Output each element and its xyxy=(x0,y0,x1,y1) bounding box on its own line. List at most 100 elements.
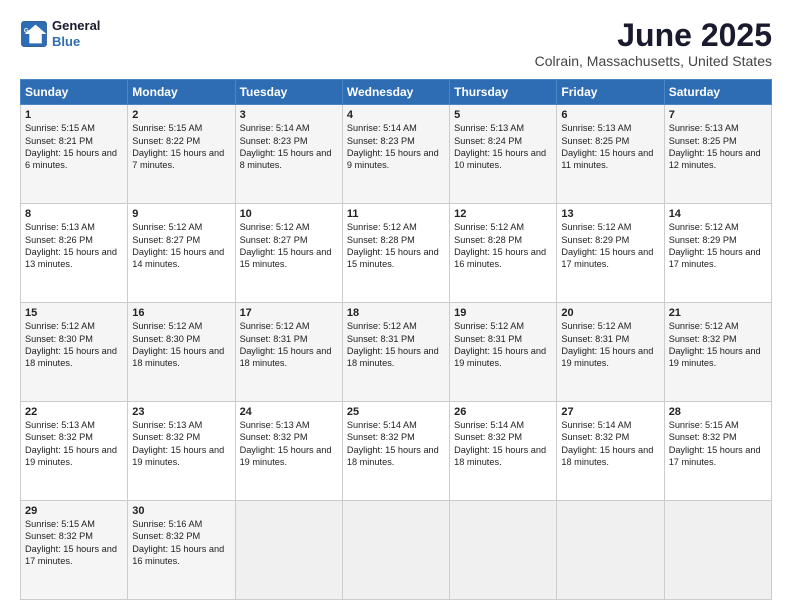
cell-text: Sunrise: 5:15 AMSunset: 8:32 PMDaylight:… xyxy=(25,519,117,566)
day-number: 28 xyxy=(669,406,767,418)
day-number: 17 xyxy=(240,307,338,319)
cell-text: Sunrise: 5:12 AMSunset: 8:31 PMDaylight:… xyxy=(561,321,653,368)
day-number: 2 xyxy=(132,109,230,121)
cell-text: Sunrise: 5:13 AMSunset: 8:25 PMDaylight:… xyxy=(669,123,761,170)
day-number: 11 xyxy=(347,208,445,220)
calendar-week-5: 29 Sunrise: 5:15 AMSunset: 8:32 PMDayligh… xyxy=(21,501,772,600)
calendar-cell xyxy=(664,501,771,600)
calendar-cell: 10 Sunrise: 5:12 AMSunset: 8:27 PMDayligh… xyxy=(235,204,342,303)
day-number: 12 xyxy=(454,208,552,220)
day-number: 1 xyxy=(25,109,123,121)
logo: G General Blue xyxy=(20,18,100,49)
day-number: 29 xyxy=(25,505,123,517)
day-number: 15 xyxy=(25,307,123,319)
calendar-cell: 28Sunrise: 5:15 AMSunset: 8:32 PMDayligh… xyxy=(664,402,771,501)
calendar-cell: 11 Sunrise: 5:12 AMSunset: 8:28 PMDayligh… xyxy=(342,204,449,303)
col-tuesday: Tuesday xyxy=(235,80,342,105)
calendar-cell: 14Sunrise: 5:12 AMSunset: 8:29 PMDayligh… xyxy=(664,204,771,303)
logo-line2: Blue xyxy=(52,34,100,50)
logo-line1: General xyxy=(52,18,100,34)
day-number: 8 xyxy=(25,208,123,220)
calendar-cell: 12 Sunrise: 5:12 AMSunset: 8:28 PMDayligh… xyxy=(450,204,557,303)
col-wednesday: Wednesday xyxy=(342,80,449,105)
calendar-cell xyxy=(557,501,664,600)
calendar-cell: 13Sunrise: 5:12 AMSunset: 8:29 PMDayligh… xyxy=(557,204,664,303)
day-number: 10 xyxy=(240,208,338,220)
cell-text: Sunrise: 5:12 AMSunset: 8:28 PMDaylight:… xyxy=(454,222,546,269)
header: G General Blue June 2025 Colrain, Massac… xyxy=(20,18,772,69)
cell-text: Sunrise: 5:14 AMSunset: 8:32 PMDaylight:… xyxy=(561,420,653,467)
day-number: 4 xyxy=(347,109,445,121)
day-number: 25 xyxy=(347,406,445,418)
day-number: 5 xyxy=(454,109,552,121)
calendar-cell xyxy=(235,501,342,600)
cell-text: Sunrise: 5:12 AMSunset: 8:30 PMDaylight:… xyxy=(132,321,224,368)
col-sunday: Sunday xyxy=(21,80,128,105)
cell-text: Sunrise: 5:13 AMSunset: 8:32 PMDaylight:… xyxy=(25,420,117,467)
calendar-cell: 8Sunrise: 5:13 AMSunset: 8:26 PMDaylight… xyxy=(21,204,128,303)
calendar-cell: 29 Sunrise: 5:15 AMSunset: 8:32 PMDayligh… xyxy=(21,501,128,600)
cell-text: Sunrise: 5:15 AMSunset: 8:22 PMDaylight:… xyxy=(132,123,224,170)
day-number: 14 xyxy=(669,208,767,220)
day-number: 3 xyxy=(240,109,338,121)
cell-text: Sunrise: 5:12 AMSunset: 8:31 PMDaylight:… xyxy=(347,321,439,368)
logo-icon: G xyxy=(20,20,48,48)
cell-text: Sunrise: 5:12 AMSunset: 8:32 PMDaylight:… xyxy=(669,321,761,368)
cell-text: Sunrise: 5:12 AMSunset: 8:27 PMDaylight:… xyxy=(132,222,224,269)
cell-text: Sunrise: 5:14 AMSunset: 8:32 PMDaylight:… xyxy=(454,420,546,467)
cell-text: Sunrise: 5:16 AMSunset: 8:32 PMDaylight:… xyxy=(132,519,224,566)
cell-text: Sunrise: 5:14 AMSunset: 8:23 PMDaylight:… xyxy=(347,123,439,170)
day-number: 23 xyxy=(132,406,230,418)
cell-text: Sunrise: 5:12 AMSunset: 8:28 PMDaylight:… xyxy=(347,222,439,269)
calendar: Sunday Monday Tuesday Wednesday Thursday… xyxy=(20,79,772,600)
cell-text: Sunrise: 5:12 AMSunset: 8:27 PMDaylight:… xyxy=(240,222,332,269)
day-number: 22 xyxy=(25,406,123,418)
cell-text: Sunrise: 5:15 AMSunset: 8:21 PMDaylight:… xyxy=(25,123,117,170)
calendar-week-1: 1 Sunrise: 5:15 AMSunset: 8:21 PMDaylight… xyxy=(21,105,772,204)
calendar-cell: 30 Sunrise: 5:16 AMSunset: 8:32 PMDayligh… xyxy=(128,501,235,600)
title-area: June 2025 Colrain, Massachusetts, United… xyxy=(535,18,772,69)
day-number: 19 xyxy=(454,307,552,319)
cell-text: Sunrise: 5:13 AMSunset: 8:32 PMDaylight:… xyxy=(240,420,332,467)
calendar-cell: 19 Sunrise: 5:12 AMSunset: 8:31 PMDayligh… xyxy=(450,303,557,402)
calendar-week-2: 8Sunrise: 5:13 AMSunset: 8:26 PMDaylight… xyxy=(21,204,772,303)
calendar-cell: 15 Sunrise: 5:12 AMSunset: 8:30 PMDayligh… xyxy=(21,303,128,402)
cell-text: Sunrise: 5:12 AMSunset: 8:31 PMDaylight:… xyxy=(454,321,546,368)
calendar-cell xyxy=(450,501,557,600)
calendar-cell: 1 Sunrise: 5:15 AMSunset: 8:21 PMDaylight… xyxy=(21,105,128,204)
calendar-cell: 26Sunrise: 5:14 AMSunset: 8:32 PMDayligh… xyxy=(450,402,557,501)
day-number: 13 xyxy=(561,208,659,220)
calendar-header-row: Sunday Monday Tuesday Wednesday Thursday… xyxy=(21,80,772,105)
cell-text: Sunrise: 5:14 AMSunset: 8:32 PMDaylight:… xyxy=(347,420,439,467)
calendar-cell: 4 Sunrise: 5:14 AMSunset: 8:23 PMDaylight… xyxy=(342,105,449,204)
calendar-cell xyxy=(342,501,449,600)
main-title: June 2025 xyxy=(535,18,772,53)
calendar-cell: 21Sunrise: 5:12 AMSunset: 8:32 PMDayligh… xyxy=(664,303,771,402)
calendar-cell: 22 Sunrise: 5:13 AMSunset: 8:32 PMDayligh… xyxy=(21,402,128,501)
calendar-week-3: 15 Sunrise: 5:12 AMSunset: 8:30 PMDayligh… xyxy=(21,303,772,402)
day-number: 6 xyxy=(561,109,659,121)
calendar-cell: 2 Sunrise: 5:15 AMSunset: 8:22 PMDaylight… xyxy=(128,105,235,204)
day-number: 27 xyxy=(561,406,659,418)
day-number: 20 xyxy=(561,307,659,319)
subtitle: Colrain, Massachusetts, United States xyxy=(535,53,772,69)
calendar-cell: 17Sunrise: 5:12 AMSunset: 8:31 PMDayligh… xyxy=(235,303,342,402)
calendar-cell: 27 Sunrise: 5:14 AMSunset: 8:32 PMDayligh… xyxy=(557,402,664,501)
day-number: 30 xyxy=(132,505,230,517)
day-number: 16 xyxy=(132,307,230,319)
calendar-cell: 23Sunrise: 5:13 AMSunset: 8:32 PMDayligh… xyxy=(128,402,235,501)
cell-text: Sunrise: 5:14 AMSunset: 8:23 PMDaylight:… xyxy=(240,123,332,170)
day-number: 18 xyxy=(347,307,445,319)
day-number: 24 xyxy=(240,406,338,418)
calendar-week-4: 22 Sunrise: 5:13 AMSunset: 8:32 PMDayligh… xyxy=(21,402,772,501)
day-number: 9 xyxy=(132,208,230,220)
calendar-cell: 3 Sunrise: 5:14 AMSunset: 8:23 PMDaylight… xyxy=(235,105,342,204)
day-number: 7 xyxy=(669,109,767,121)
cell-text: Sunrise: 5:12 AMSunset: 8:30 PMDaylight:… xyxy=(25,321,117,368)
cell-text: Sunrise: 5:13 AMSunset: 8:24 PMDaylight:… xyxy=(454,123,546,170)
calendar-cell: 9 Sunrise: 5:12 AMSunset: 8:27 PMDaylight… xyxy=(128,204,235,303)
cell-text: Sunrise: 5:13 AMSunset: 8:25 PMDaylight:… xyxy=(561,123,653,170)
calendar-cell: 25 Sunrise: 5:14 AMSunset: 8:32 PMDayligh… xyxy=(342,402,449,501)
calendar-cell: 24 Sunrise: 5:13 AMSunset: 8:32 PMDayligh… xyxy=(235,402,342,501)
col-thursday: Thursday xyxy=(450,80,557,105)
